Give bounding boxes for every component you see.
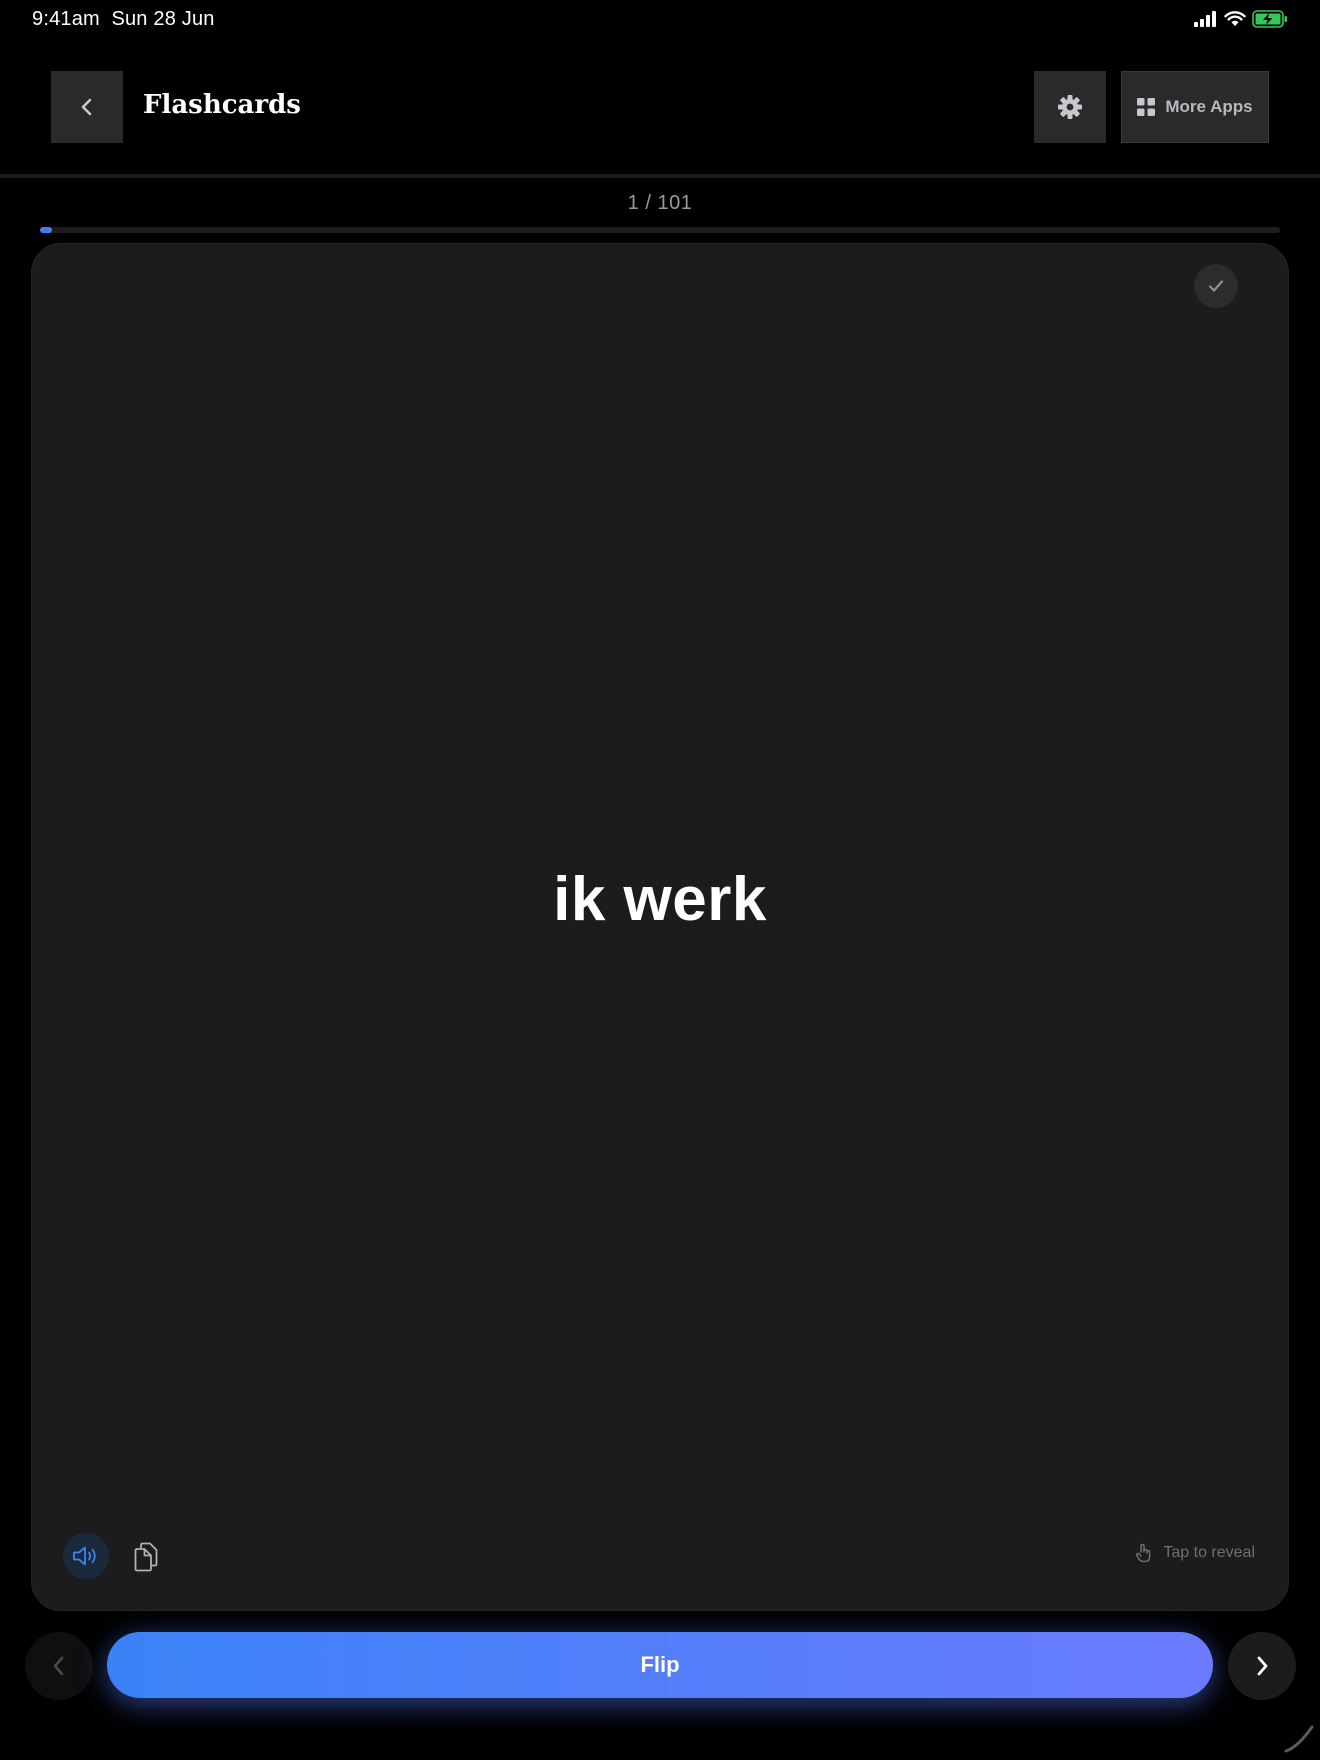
audio-button[interactable] xyxy=(63,1533,109,1579)
flashcard[interactable]: ik werk Tap to reveal xyxy=(31,243,1289,1611)
check-icon xyxy=(1208,280,1224,292)
battery-charging-icon xyxy=(1252,10,1287,28)
copy-button[interactable] xyxy=(131,1541,161,1573)
scroll-corner-indicator xyxy=(1284,1725,1314,1753)
more-apps-button[interactable]: More Apps xyxy=(1121,71,1269,143)
wifi-icon xyxy=(1224,11,1246,26)
tap-hand-icon xyxy=(1136,1543,1151,1563)
status-date: Sun 28 Jun xyxy=(111,8,215,30)
status-time: 9:41am xyxy=(32,8,100,30)
copy-icon xyxy=(134,1542,158,1572)
app-header: Flashcards More Apps xyxy=(0,44,1320,178)
grid-icon xyxy=(1137,98,1156,116)
tap-to-reveal-label: Tap to reveal xyxy=(1163,1544,1255,1561)
card-counter: 1 / 101 xyxy=(627,192,693,214)
chevron-left-icon xyxy=(53,1656,64,1676)
gear-icon xyxy=(1058,95,1082,119)
settings-button[interactable] xyxy=(1034,71,1106,143)
tap-to-reveal-hint: Tap to reveal xyxy=(1135,1543,1255,1563)
status-bar: 9:41am Sun 28 Jun xyxy=(0,0,1320,44)
chevron-right-icon xyxy=(1257,1656,1268,1676)
page-title: Flashcards xyxy=(143,90,301,120)
progress-bar xyxy=(40,227,1280,233)
cellular-signal-icon xyxy=(1194,11,1216,27)
progress-fill xyxy=(40,227,53,233)
mark-known-button[interactable] xyxy=(1194,264,1238,308)
back-button[interactable] xyxy=(51,71,123,143)
chevron-left-icon xyxy=(81,98,92,116)
flip-label: Flip xyxy=(640,1652,680,1677)
next-card-button[interactable] xyxy=(1228,1632,1296,1700)
status-icons xyxy=(1194,10,1288,28)
more-apps-label: More Apps xyxy=(1165,97,1253,116)
previous-card-button[interactable] xyxy=(25,1632,93,1700)
status-time-date: 9:41am Sun 28 Jun xyxy=(32,8,215,31)
flashcard-word: ik werk xyxy=(553,865,767,934)
flip-button[interactable]: Flip xyxy=(107,1632,1213,1698)
speaker-icon xyxy=(73,1546,96,1566)
